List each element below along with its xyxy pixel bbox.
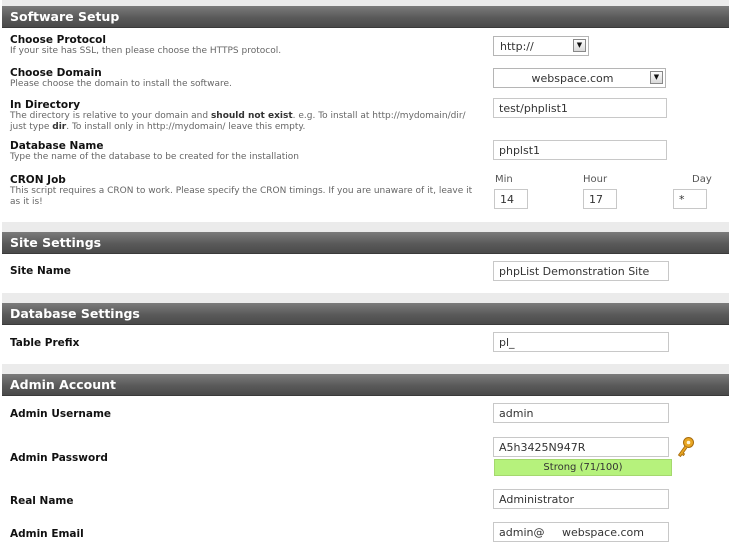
admin-password-input[interactable]: A5h3425N947R [493, 437, 669, 457]
section-header-database-settings: Database Settings [2, 303, 729, 325]
admin-username-label: Admin Username [10, 408, 112, 420]
cron-min-label: Min [495, 174, 513, 185]
directory-description: The directory is relative to your domain… [10, 111, 466, 132]
section-gap [2, 222, 729, 232]
directory-input[interactable]: test/phplist1 [493, 98, 667, 118]
domain-description: Please choose the domain to install the … [10, 79, 232, 89]
cron-day-label: Day [692, 174, 712, 185]
protocol-selected-value: http:// [500, 39, 534, 53]
cron-hour-input[interactable]: 17 [583, 189, 617, 209]
protocol-select[interactable]: http:// ▼ [493, 36, 589, 56]
real-name-input[interactable]: Administrator [493, 489, 669, 509]
protocol-label: Choose Protocol [10, 34, 106, 46]
table-prefix-label: Table Prefix [10, 337, 80, 349]
domain-label: Choose Domain [10, 67, 102, 79]
admin-username-input[interactable]: admin [493, 403, 669, 423]
domain-selected-value: webspace.com [531, 71, 614, 85]
section-header-admin-account: Admin Account [2, 374, 729, 396]
domain-select[interactable]: webspace.com ▼ [493, 68, 666, 88]
admin-email-input[interactable]: admin@ webspace.com [493, 522, 669, 542]
cron-hour-label: Hour [583, 174, 608, 185]
section-gap [2, 364, 729, 374]
site-name-input[interactable]: phpList Demonstration Site [493, 261, 669, 281]
directory-label: In Directory [10, 99, 81, 111]
password-strength-meter: Strong (71/100) [494, 459, 672, 476]
section-header-site-settings: Site Settings [2, 232, 729, 254]
database-name-description: Type the name of the database to be crea… [10, 152, 300, 162]
admin-password-label: Admin Password [10, 452, 108, 464]
chevron-down-icon[interactable]: ▼ [650, 71, 663, 84]
cron-min-input[interactable]: 14 [494, 189, 528, 209]
chevron-down-icon[interactable]: ▼ [573, 39, 586, 52]
key-icon[interactable] [676, 436, 696, 458]
protocol-description: If your site has SSL, then please choose… [10, 46, 282, 56]
section-gap [2, 293, 729, 303]
cron-job-description: This script requires a CRON to work. Ple… [10, 186, 473, 207]
site-name-label: Site Name [10, 265, 71, 277]
table-prefix-input[interactable]: pl_ [493, 332, 669, 352]
cron-job-label: CRON Job [10, 174, 66, 186]
database-name-label: Database Name [10, 140, 104, 152]
section-header-software-setup: Software Setup [2, 6, 729, 28]
real-name-label: Real Name [10, 495, 74, 507]
cron-day-input[interactable]: * [673, 189, 707, 209]
admin-email-label: Admin Email [10, 528, 84, 540]
database-name-input[interactable]: phplst1 [493, 140, 667, 160]
